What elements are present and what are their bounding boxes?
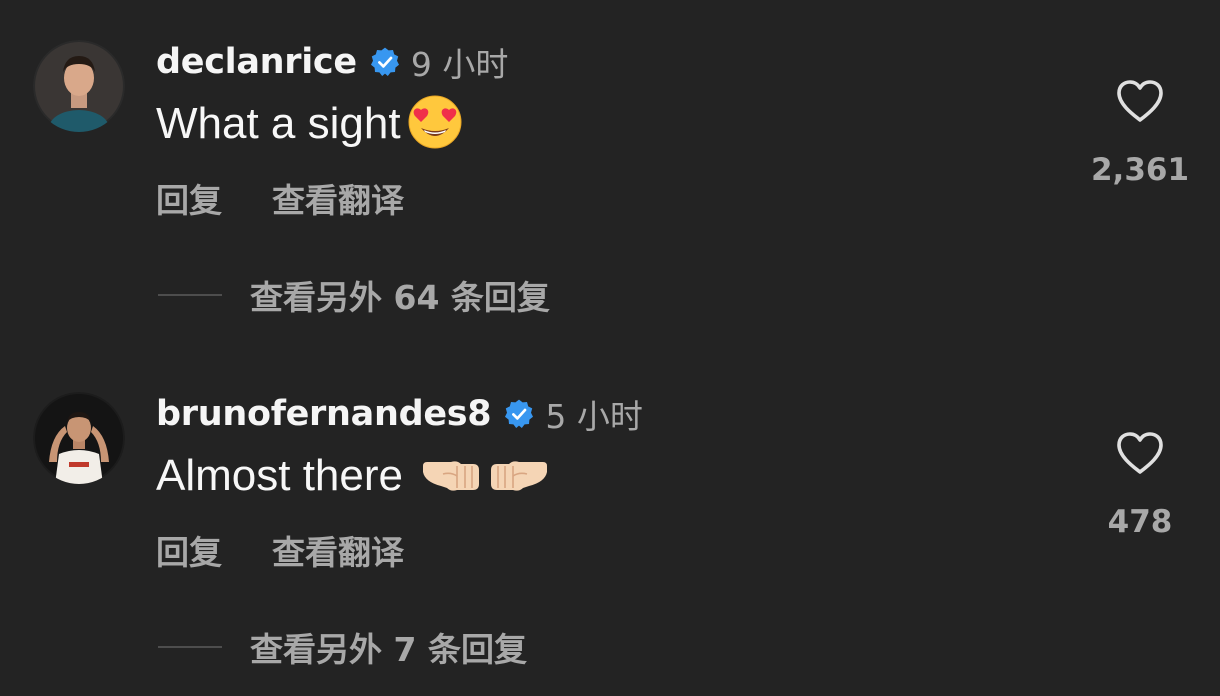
reply-divider [158,294,222,296]
comment-actions: 回复 查看翻译 [156,526,404,574]
timestamp: 9 小时 [410,45,509,84]
comment-text: What a sight [156,99,401,148]
reply-button[interactable]: 回复 [156,174,222,222]
left-facing-fist-icon [421,452,481,500]
heart-icon[interactable] [1115,430,1165,476]
view-more-replies[interactable]: 查看另外 7 条回复 [158,622,527,672]
verified-badge-icon [370,47,399,76]
avatar-image [33,40,125,132]
avatar[interactable] [33,40,125,132]
comment-header: brunofernandes8 5 小时 [156,390,643,438]
avatar[interactable] [33,392,125,484]
heart-eyes-emoji-icon [407,94,463,154]
see-translation-button[interactable]: 查看翻译 [272,174,404,222]
avatar-image [33,392,125,484]
timestamp: 5 小时 [545,397,643,436]
right-facing-fist-icon [489,452,549,500]
comment-actions: 回复 查看翻译 [156,174,404,222]
username[interactable]: brunofernandes8 [156,394,492,434]
see-translation-button[interactable]: 查看翻译 [272,526,404,574]
view-more-replies-label: 查看另外 64 条回复 [250,278,550,317]
comment-text: Almost there [156,451,403,500]
view-more-replies-label: 查看另外 7 条回复 [250,630,527,669]
verified-badge-icon [505,399,534,428]
like-count: 2,361 [1090,152,1190,188]
like-section: 2,361 [1080,78,1200,188]
like-count: 478 [1107,504,1173,540]
comment-body: What a sight [156,94,463,154]
comment-item: brunofernandes8 5 小时 Almost there 回复 查看翻… [0,352,1220,696]
reply-button[interactable]: 回复 [156,526,222,574]
username[interactable]: declanrice [156,42,357,82]
comment-header: declanrice 9 小时 [156,38,508,86]
view-more-replies[interactable]: 查看另外 64 条回复 [158,270,550,320]
reply-divider [158,646,222,648]
heart-icon[interactable] [1115,78,1165,124]
like-section: 478 [1080,430,1200,540]
comment-body: Almost there [156,448,549,504]
comment-item: declanrice 9 小时 What a sight 回复 查看翻译 2,3 [0,0,1220,344]
